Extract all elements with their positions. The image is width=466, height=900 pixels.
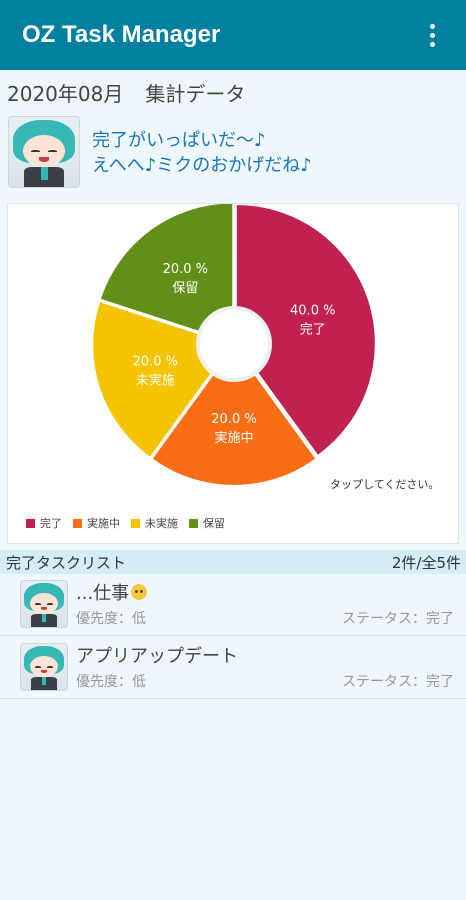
legend-swatch <box>131 518 140 528</box>
task-avatar <box>20 643 68 691</box>
legend-label: 保留 <box>203 517 225 530</box>
task-name: アプリアップデート <box>76 646 238 667</box>
more-vert-icon[interactable] <box>420 20 444 50</box>
pie-slice-label: 保留 <box>172 281 198 296</box>
legend-label: 未実施 <box>145 517 178 530</box>
mascot-speech: 完了がいっぱいだ～♪ えへへ♪ミクのおかげだね♪ <box>92 128 312 178</box>
list-title: 完了タスクリスト <box>6 553 127 572</box>
legend-item: 未実施 <box>131 515 178 531</box>
task-row[interactable]: ...仕事 優先度：低 ステータス：完了 <box>0 574 466 636</box>
summary-title: 集計データ <box>145 82 246 106</box>
speech-line-2: えへへ♪ミクのおかげだね♪ <box>92 155 312 176</box>
tap-hint: タップしてください。 <box>330 478 440 491</box>
legend-label: 完了 <box>40 517 62 530</box>
donut-hole <box>196 306 272 382</box>
legend-swatch <box>189 518 198 528</box>
pie-slice-label: 完了 <box>300 322 326 337</box>
pie-slice-label: 未実施 <box>136 373 175 389</box>
pie-slice-percent: 40.0 % <box>290 303 335 318</box>
app-bar: OZ Task Manager <box>0 0 466 70</box>
legend-swatch <box>73 518 82 528</box>
list-count: 2件/全5件 <box>391 553 461 572</box>
summary-period: 2020年08月 <box>7 82 124 106</box>
task-avatar <box>20 580 68 628</box>
pleading-face-emoji <box>131 584 148 600</box>
app-title: OZ Task Manager <box>22 21 221 48</box>
pie-slice-percent: 20.0 % <box>163 262 208 277</box>
summary-heading: 2020年08月 集計データ <box>7 78 245 107</box>
task-name: ...仕事 <box>76 579 148 605</box>
legend-swatch <box>26 518 35 528</box>
speech-line-1: 完了がいっぱいだ～♪ <box>92 130 266 151</box>
legend-label: 実施中 <box>87 517 120 530</box>
chart-legend: 完了 実施中 未実施 保留 <box>26 515 225 531</box>
task-row[interactable]: アプリアップデート 優先度：低 ステータス：完了 <box>0 637 466 699</box>
pie-chart-svg[interactable]: 40.0 % 完了 20.0 % 実施中 20.0 % 未実施 20.0 % 保留 <box>8 204 460 545</box>
pie-slice-label: 実施中 <box>214 430 253 446</box>
status-pie-chart[interactable]: 40.0 % 完了 20.0 % 実施中 20.0 % 未実施 20.0 % 保留 タップして… <box>7 203 459 544</box>
task-priority: 優先度：低 <box>76 611 146 627</box>
legend-item: 保留 <box>189 515 225 531</box>
pie-slice-percent: 20.0 % <box>211 412 256 427</box>
pie-slice-percent: 20.0 % <box>133 355 178 370</box>
task-status: ステータス：完了 <box>342 674 454 690</box>
legend-item: 完了 <box>26 515 62 531</box>
task-status: ステータス：完了 <box>342 611 454 627</box>
mascot-avatar <box>8 116 80 188</box>
completed-list-header: 完了タスクリスト 2件/全5件 <box>0 550 466 574</box>
legend-item: 実施中 <box>73 515 120 531</box>
task-priority: 優先度：低 <box>76 674 146 690</box>
